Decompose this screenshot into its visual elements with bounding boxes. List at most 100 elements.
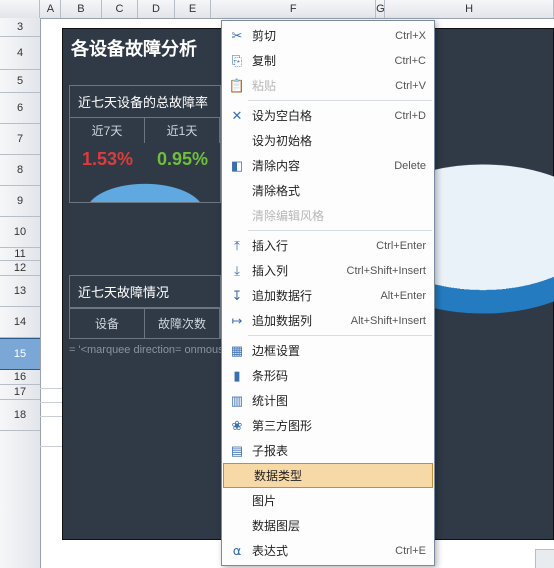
column-headers: ABCDEFGH <box>0 0 554 19</box>
scroll-corner <box>535 549 554 568</box>
menu-item[interactable]: 数据类型 <box>223 463 433 488</box>
spreadsheet: ABCDEFGH 3456789101112131415161718 各设备故障… <box>0 0 554 568</box>
menu-item[interactable]: ⤒插入行Ctrl+Enter <box>222 233 434 258</box>
menu-item[interactable]: ⤓插入列Ctrl+Shift+Insert <box>222 258 434 283</box>
col-device: 设备 <box>70 308 145 338</box>
col-header[interactable]: G <box>376 0 385 18</box>
wave-graphic <box>70 176 220 202</box>
menu-item[interactable]: 设为初始格 <box>222 128 434 153</box>
menu-item-label: 设为空白格 <box>248 107 395 124</box>
row-header[interactable]: 12 <box>0 261 40 276</box>
insrow-icon: ⤒ <box>226 238 248 254</box>
menu-item-label: 第三方图形 <box>248 417 426 434</box>
row-header[interactable]: 3 <box>0 18 40 37</box>
menu-item-label: 清除编辑风格 <box>248 207 426 224</box>
row-headers: 3456789101112131415161718 <box>0 18 41 568</box>
menu-item[interactable]: ▥统计图 <box>222 388 434 413</box>
menu-separator <box>248 230 432 231</box>
menu-item[interactable]: ↦追加数据列Alt+Shift+Insert <box>222 308 434 333</box>
menu-item-shortcut: Ctrl+Enter <box>376 240 426 252</box>
row-header[interactable]: 18 <box>0 400 40 431</box>
menu-item-label: 子报表 <box>248 442 426 459</box>
menu-item-label: 追加数据行 <box>248 287 380 304</box>
menu-item[interactable]: ⍺表达式Ctrl+E <box>222 538 434 563</box>
menu-item[interactable]: ▦边框设置 <box>222 338 434 363</box>
menu-item[interactable]: ↧追加数据行Alt+Enter <box>222 283 434 308</box>
copy-icon: ⎘ <box>226 53 248 69</box>
menu-item-label: 表达式 <box>248 542 395 559</box>
menu-item[interactable]: ✂剪切Ctrl+X <box>222 23 434 48</box>
x-icon: ✕ <box>226 108 248 124</box>
menu-item[interactable]: ⎘复制Ctrl+C <box>222 48 434 73</box>
menu-item-shortcut: Ctrl+V <box>395 80 426 92</box>
subrpt-icon: ▤ <box>226 443 248 459</box>
menu-item-label: 粘贴 <box>248 77 395 94</box>
col-count: 故障次数 <box>145 308 220 338</box>
col-header[interactable]: H <box>385 0 554 18</box>
row-header[interactable]: 10 <box>0 217 40 248</box>
menu-item-shortcut: Ctrl+Shift+Insert <box>347 265 426 277</box>
value-1d: 0.95% <box>145 143 220 176</box>
menu-item[interactable]: ❀第三方图形 <box>222 413 434 438</box>
menu-item[interactable]: ▤子报表 <box>222 438 434 463</box>
fx-icon: ⍺ <box>226 543 248 559</box>
menu-item-label: 复制 <box>248 52 395 69</box>
tab-1d[interactable]: 近1天 <box>145 118 220 143</box>
row-header[interactable]: 17 <box>0 385 40 400</box>
row-header[interactable]: 14 <box>0 307 40 338</box>
row-header[interactable]: 8 <box>0 155 40 186</box>
tab-7d[interactable]: 近7天 <box>70 118 145 143</box>
col-header[interactable]: C <box>102 0 139 18</box>
menu-item-label: 设为初始格 <box>248 132 426 149</box>
row-header[interactable]: 13 <box>0 276 40 307</box>
tabs: 近7天 近1天 <box>70 118 220 143</box>
row-header[interactable]: 5 <box>0 70 40 93</box>
menu-item-shortcut: Alt+Enter <box>380 290 426 302</box>
menu-item-shortcut: Alt+Shift+Insert <box>351 315 426 327</box>
menu-item: 📋粘贴Ctrl+V <box>222 73 434 98</box>
fault-rate-panel: 近七天设备的总故障率 近7天 近1天 1.53% 0.95% <box>69 85 221 203</box>
menu-item[interactable]: ◧清除内容Delete <box>222 153 434 178</box>
menu-item-shortcut: Delete <box>394 160 426 172</box>
row-header[interactable]: 15 <box>0 338 40 370</box>
menu-item-label: 图片 <box>248 492 426 509</box>
col-header[interactable]: A <box>40 0 61 18</box>
dashboard-title: 各设备故障分析 <box>71 35 197 61</box>
menu-item[interactable]: ▮条形码 <box>222 363 434 388</box>
addcol-icon: ↦ <box>226 313 248 329</box>
menu-item-shortcut: Ctrl+C <box>395 55 426 67</box>
panel-header: 近七天设备的总故障率 <box>70 86 220 118</box>
row-header[interactable]: 4 <box>0 37 40 70</box>
chart-icon: ▥ <box>226 393 248 409</box>
menu-item-label: 条形码 <box>248 367 426 384</box>
barcode-icon: ▮ <box>226 368 248 384</box>
menu-item-shortcut: Ctrl+D <box>395 110 426 122</box>
menu-item: 清除编辑风格 <box>222 203 434 228</box>
row-header[interactable]: 11 <box>0 248 40 261</box>
menu-item-label: 统计图 <box>248 392 426 409</box>
menu-item-label: 追加数据列 <box>248 312 351 329</box>
menu-item-label: 清除内容 <box>248 157 394 174</box>
menu-item[interactable]: ✕设为空白格Ctrl+D <box>222 103 434 128</box>
row-header[interactable]: 6 <box>0 93 40 124</box>
menu-item-shortcut: Ctrl+X <box>395 30 426 42</box>
menu-item[interactable]: 数据图层 <box>222 513 434 538</box>
col-header[interactable]: E <box>175 0 212 18</box>
menu-item-shortcut: Ctrl+E <box>395 545 426 557</box>
row-header[interactable]: 16 <box>0 370 40 385</box>
panel-header: 近七天故障情况 <box>70 276 220 308</box>
menu-item[interactable]: 清除格式 <box>222 178 434 203</box>
menu-item-label: 数据类型 <box>250 467 424 484</box>
col-header[interactable]: F <box>211 0 376 18</box>
menu-item-label: 插入列 <box>248 262 347 279</box>
select-all-corner[interactable] <box>0 0 40 18</box>
row-header[interactable]: 7 <box>0 124 40 155</box>
row-header[interactable]: 9 <box>0 186 40 217</box>
fault-list-panel: 近七天故障情况 设备 故障次数 <box>69 275 221 339</box>
col-header[interactable]: B <box>61 0 101 18</box>
col-header[interactable]: D <box>138 0 175 18</box>
shape-icon: ❀ <box>226 418 248 434</box>
eraser-icon: ◧ <box>226 158 248 174</box>
menu-item[interactable]: 图片 <box>222 488 434 513</box>
menu-item-label: 边框设置 <box>248 342 426 359</box>
